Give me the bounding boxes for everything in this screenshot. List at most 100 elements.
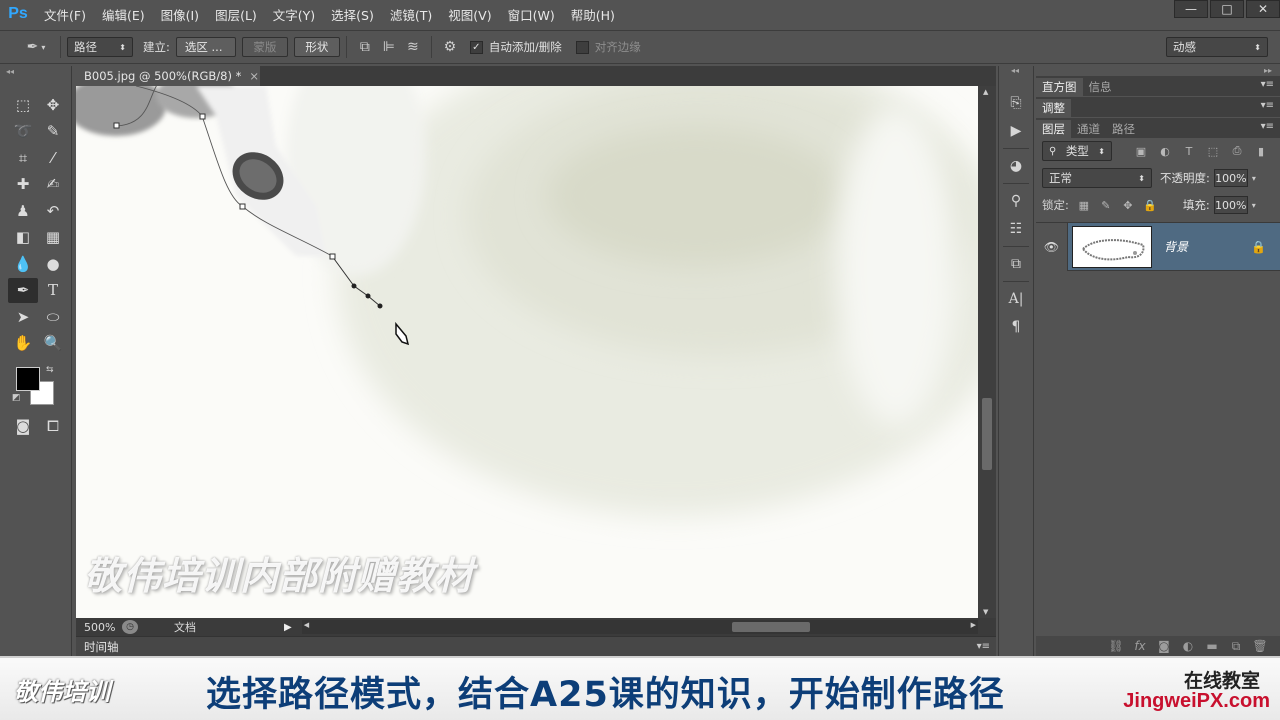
document-tab[interactable]: B005.jpg @ 500%(RGB/8) * ×	[76, 66, 260, 86]
dodge-tool-icon[interactable]: ●	[38, 251, 68, 276]
status-menu-arrow-icon[interactable]: ▶	[284, 622, 292, 633]
make-mask-button[interactable]: 蒙版	[241, 37, 288, 57]
lock-image-icon[interactable]: ✎	[1097, 199, 1115, 212]
make-shape-button[interactable]: 形状	[293, 37, 340, 57]
align-edges-checkbox[interactable]	[575, 40, 589, 54]
make-selection-button[interactable]: 选区 ...	[175, 37, 236, 57]
menu-help[interactable]: 帮助(H)	[563, 5, 623, 24]
menu-image[interactable]: 图像(I)	[153, 5, 207, 24]
healing-brush-tool-icon[interactable]: ✚	[8, 172, 38, 197]
screen-mode-icon[interactable]: ⧠	[38, 413, 68, 438]
quick-mask-icon[interactable]: ◙	[8, 413, 38, 438]
eye-icon[interactable]: 👁	[1036, 222, 1068, 271]
path-selection-tool-icon[interactable]: ➤	[8, 304, 38, 329]
lock-position-icon[interactable]: ✥	[1119, 199, 1137, 212]
scroll-left-icon[interactable]: ◀	[304, 621, 309, 629]
fill-dropdown-icon[interactable]: ▾	[1252, 201, 1256, 210]
marquee-tool-icon[interactable]: ⬚	[8, 92, 38, 117]
new-layer-icon[interactable]: ⧉	[1224, 639, 1248, 654]
move-tool-icon[interactable]: ✥	[38, 92, 68, 117]
actions-panel-icon[interactable]: ▶	[1002, 118, 1030, 144]
panel-menu-icon[interactable]: ▾≡	[1261, 121, 1274, 132]
panel-menu-icon[interactable]: ▾≡	[1261, 100, 1274, 111]
type-tool-icon[interactable]: T	[38, 278, 68, 303]
history-brush-tool-icon[interactable]: ↶	[38, 198, 68, 223]
scroll-up-icon[interactable]: ▲	[983, 88, 988, 96]
character-panel-icon[interactable]: A|	[1002, 286, 1030, 312]
gear-icon[interactable]: ⚙	[438, 36, 462, 58]
menu-type[interactable]: 文字(Y)	[265, 5, 323, 24]
tab-layers[interactable]: 图层	[1036, 120, 1071, 138]
blend-mode-select[interactable]: 正常 ⬍	[1042, 168, 1152, 188]
lock-transparent-icon[interactable]: ▦	[1075, 199, 1093, 212]
pixel-filter-icon[interactable]: ▣	[1132, 145, 1150, 158]
hand-tool-icon[interactable]: ✋	[8, 331, 38, 356]
pen-tool-preset-icon[interactable]: ✒ ▾	[18, 36, 54, 58]
fill-input[interactable]: 100%	[1213, 196, 1248, 214]
type-filter-icon[interactable]: T	[1180, 145, 1198, 158]
collapse-icon[interactable]: ◂◂	[0, 66, 71, 76]
new-group-icon[interactable]: ▬	[1200, 639, 1224, 653]
scroll-right-icon[interactable]: ▶	[971, 621, 976, 629]
shape-filter-icon[interactable]: ⬚	[1204, 145, 1222, 158]
minimize-button[interactable]: —	[1174, 0, 1208, 18]
menu-select[interactable]: 选择(S)	[323, 5, 382, 24]
menu-filter[interactable]: 滤镜(T)	[382, 5, 440, 24]
quick-selection-tool-icon[interactable]: ✎	[38, 119, 68, 144]
panel-menu-icon[interactable]: ▾≡	[1261, 79, 1274, 90]
smart-object-filter-icon[interactable]: ⎙	[1228, 144, 1246, 158]
zoom-level[interactable]: 500%	[76, 621, 122, 634]
layer-filter-select[interactable]: ⚲ 类型 ⬍	[1042, 141, 1112, 161]
workspace-select[interactable]: 动感 ⬍	[1166, 37, 1268, 57]
delete-layer-icon[interactable]: 🗑	[1248, 639, 1272, 653]
restore-button[interactable]: □	[1210, 0, 1244, 18]
zoom-tool-icon[interactable]: 🔍	[38, 331, 68, 356]
adjustment-layer-icon[interactable]: ◐	[1176, 639, 1200, 653]
eraser-tool-icon[interactable]: ◧	[8, 225, 38, 250]
clone-stamp-tool-icon[interactable]: ♟	[8, 198, 38, 223]
paragraph-panel-icon[interactable]: ¶	[1002, 314, 1030, 340]
menu-edit[interactable]: 编辑(E)	[94, 5, 153, 24]
layer-style-icon[interactable]: fx	[1128, 639, 1152, 653]
close-tab-icon[interactable]: ×	[249, 69, 259, 83]
foreground-color-swatch[interactable]	[16, 367, 40, 391]
vertical-scroll-thumb[interactable]	[982, 398, 992, 470]
scroll-down-icon[interactable]: ▼	[983, 608, 988, 616]
menu-file[interactable]: 文件(F)	[36, 5, 94, 24]
menu-layer[interactable]: 图层(L)	[207, 5, 265, 24]
horizontal-scrollbar[interactable]: ◀ ▶	[301, 620, 978, 634]
horizontal-scroll-thumb[interactable]	[731, 622, 810, 632]
menu-window[interactable]: 窗口(W)	[500, 5, 563, 24]
menu-view[interactable]: 视图(V)	[440, 5, 499, 24]
timeline-panel[interactable]: 时间轴 ▾≡	[76, 636, 996, 656]
clone-source-icon[interactable]: ⧉	[1002, 251, 1030, 277]
opacity-dropdown-icon[interactable]: ▾	[1252, 174, 1256, 183]
lock-all-icon[interactable]: 🔒	[1141, 199, 1159, 212]
status-info-icon[interactable]: ◷	[122, 620, 138, 634]
collapse-right-icon[interactable]: ▸▸	[1036, 66, 1280, 76]
add-mask-icon[interactable]: ◙	[1152, 639, 1176, 653]
default-colors-icon[interactable]: ◩	[12, 393, 21, 403]
filter-toggle-icon[interactable]: ▮	[1252, 145, 1270, 158]
tab-adjustments[interactable]: 调整	[1036, 99, 1071, 117]
eyedropper-tool-icon[interactable]: ⁄	[38, 145, 68, 170]
collapse-icon[interactable]: ◂◂	[999, 66, 1033, 76]
path-operations-icon[interactable]: ⧉	[353, 36, 377, 58]
vertical-scrollbar[interactable]: ▲ ▼	[978, 86, 996, 618]
link-layers-icon[interactable]: ⛓	[1104, 639, 1128, 653]
panel-menu-icon[interactable]: ▾≡	[977, 641, 990, 652]
blur-tool-icon[interactable]: 💧	[8, 251, 38, 276]
adjustment-filter-icon[interactable]: ◐	[1156, 145, 1174, 158]
ellipse-tool-icon[interactable]: ⬭	[38, 304, 68, 329]
lasso-tool-icon[interactable]: ➰	[8, 119, 38, 144]
canvas[interactable]: 敬伟培训内部附赠教材	[76, 86, 978, 618]
swap-colors-icon[interactable]: ⇆	[46, 365, 54, 375]
layer-row-background[interactable]: 👁 背景 🔒	[1036, 222, 1280, 271]
crop-tool-icon[interactable]: ⌗	[8, 145, 38, 170]
pen-tool-icon[interactable]: ✒	[8, 277, 38, 303]
opacity-input[interactable]: 100%	[1213, 169, 1248, 187]
gradient-tool-icon[interactable]: ▦	[38, 225, 68, 250]
tab-info[interactable]: 信息	[1083, 78, 1118, 96]
close-button[interactable]: ✕	[1246, 0, 1280, 18]
auto-add-delete-checkbox[interactable]: ✓	[469, 40, 483, 54]
